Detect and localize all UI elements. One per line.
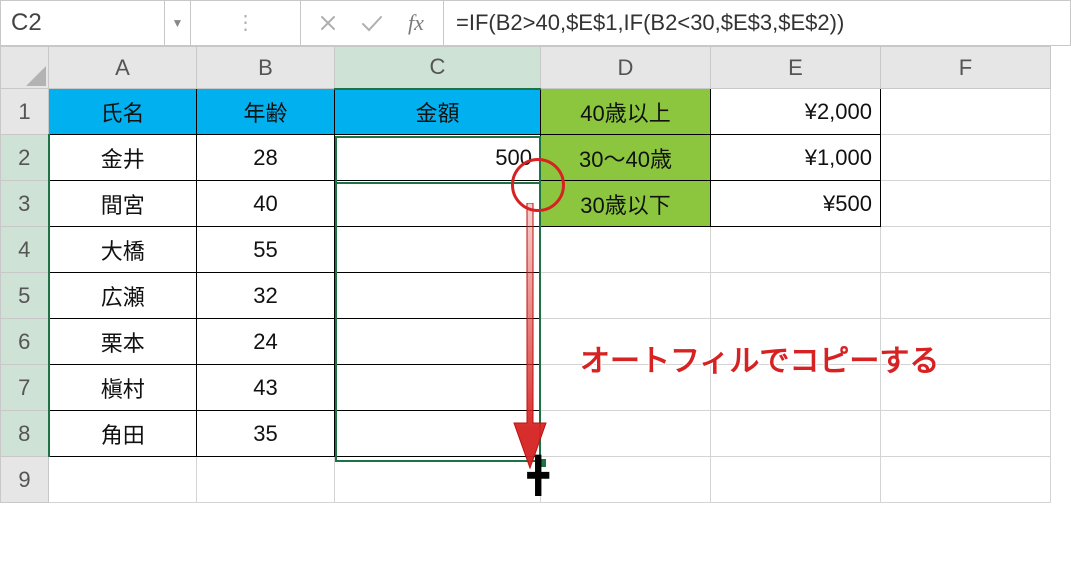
cancel-icon[interactable]: [315, 10, 341, 36]
cell-A4[interactable]: 大橋: [49, 227, 197, 273]
cell-B5[interactable]: 32: [197, 273, 335, 319]
row-header-7[interactable]: 7: [1, 365, 49, 411]
cell-F9[interactable]: [881, 457, 1051, 503]
cell-D2[interactable]: 30〜40歳: [541, 135, 711, 181]
cell-A3[interactable]: 間宮: [49, 181, 197, 227]
row-header-6[interactable]: 6: [1, 319, 49, 365]
cell-C9[interactable]: [335, 457, 541, 503]
cell-C1[interactable]: 金額: [335, 89, 541, 135]
col-header-A[interactable]: A: [49, 47, 197, 89]
cell-A6[interactable]: 栗本: [49, 319, 197, 365]
row-header-9[interactable]: 9: [1, 457, 49, 503]
cell-A2[interactable]: 金井: [49, 135, 197, 181]
cell-F1[interactable]: [881, 89, 1051, 135]
cell-F8[interactable]: [881, 411, 1051, 457]
col-header-F[interactable]: F: [881, 47, 1051, 89]
cell-F3[interactable]: [881, 181, 1051, 227]
select-all-corner[interactable]: [1, 47, 49, 89]
cell-B4[interactable]: 55: [197, 227, 335, 273]
row-header-4[interactable]: 4: [1, 227, 49, 273]
cell-D3[interactable]: 30歳以下: [541, 181, 711, 227]
cell-B2[interactable]: 28: [197, 135, 335, 181]
cell-E5[interactable]: [711, 273, 881, 319]
cell-F5[interactable]: [881, 273, 1051, 319]
cell-C8[interactable]: [335, 411, 541, 457]
cell-D4[interactable]: [541, 227, 711, 273]
cell-C2[interactable]: 500: [335, 135, 541, 181]
formula-text: =IF(B2>40,$E$1,IF(B2<30,$E$3,$E$2)): [456, 10, 844, 36]
formula-bar: C2 ▼ ⋮ fx =IF(B2>40,$E$1,IF(B2<30,$E$3,$…: [0, 0, 1071, 46]
cell-A1[interactable]: 氏名: [49, 89, 197, 135]
cell-E2[interactable]: ¥1,000: [711, 135, 881, 181]
corner-triangle-icon: [26, 66, 46, 86]
cell-A7[interactable]: 槇村: [49, 365, 197, 411]
cell-A8[interactable]: 角田: [49, 411, 197, 457]
formula-buttons: fx: [301, 1, 444, 45]
name-box-dropdown-icon[interactable]: ▼: [164, 1, 190, 45]
cell-E9[interactable]: [711, 457, 881, 503]
formula-input[interactable]: =IF(B2>40,$E$1,IF(B2<30,$E$3,$E$2)): [444, 1, 1070, 45]
cell-E8[interactable]: [711, 411, 881, 457]
row-header-1[interactable]: 1: [1, 89, 49, 135]
cell-A9[interactable]: [49, 457, 197, 503]
cell-D1[interactable]: 40歳以上: [541, 89, 711, 135]
cell-E4[interactable]: [711, 227, 881, 273]
cell-B3[interactable]: 40: [197, 181, 335, 227]
cell-B7[interactable]: 43: [197, 365, 335, 411]
col-header-C[interactable]: C: [335, 47, 541, 89]
cell-B9[interactable]: [197, 457, 335, 503]
cell-B6[interactable]: 24: [197, 319, 335, 365]
formula-bar-expand[interactable]: ⋮: [191, 1, 301, 45]
enter-icon[interactable]: [359, 10, 385, 36]
name-box-value: C2: [11, 9, 42, 37]
spreadsheet-grid: A B C D E F 1 氏名 年齢 金額 40歳以上 ¥2,000 2 金井…: [0, 46, 1071, 503]
cell-B8[interactable]: 35: [197, 411, 335, 457]
vertical-dots-icon: ⋮: [236, 18, 256, 29]
col-header-E[interactable]: E: [711, 47, 881, 89]
cell-D8[interactable]: [541, 411, 711, 457]
row-header-5[interactable]: 5: [1, 273, 49, 319]
cell-C6[interactable]: [335, 319, 541, 365]
fx-icon[interactable]: fx: [403, 10, 429, 36]
cell-F4[interactable]: [881, 227, 1051, 273]
name-box[interactable]: C2 ▼: [1, 1, 191, 45]
cell-B1[interactable]: 年齢: [197, 89, 335, 135]
col-header-D[interactable]: D: [541, 47, 711, 89]
cell-D9[interactable]: [541, 457, 711, 503]
row-header-8[interactable]: 8: [1, 411, 49, 457]
col-header-B[interactable]: B: [197, 47, 335, 89]
cell-E1[interactable]: ¥2,000: [711, 89, 881, 135]
cell-D5[interactable]: [541, 273, 711, 319]
row-header-2[interactable]: 2: [1, 135, 49, 181]
cell-C7[interactable]: [335, 365, 541, 411]
fill-handle[interactable]: [538, 459, 546, 467]
cell-E3[interactable]: ¥500: [711, 181, 881, 227]
cell-C3[interactable]: [335, 181, 541, 227]
annotation-text: オートフィルでコピーする: [580, 336, 939, 380]
grid-table: A B C D E F 1 氏名 年齢 金額 40歳以上 ¥2,000 2 金井…: [0, 46, 1051, 503]
cell-C5[interactable]: [335, 273, 541, 319]
row-header-3[interactable]: 3: [1, 181, 49, 227]
cell-C4[interactable]: [335, 227, 541, 273]
cell-A5[interactable]: 広瀬: [49, 273, 197, 319]
cell-F2[interactable]: [881, 135, 1051, 181]
